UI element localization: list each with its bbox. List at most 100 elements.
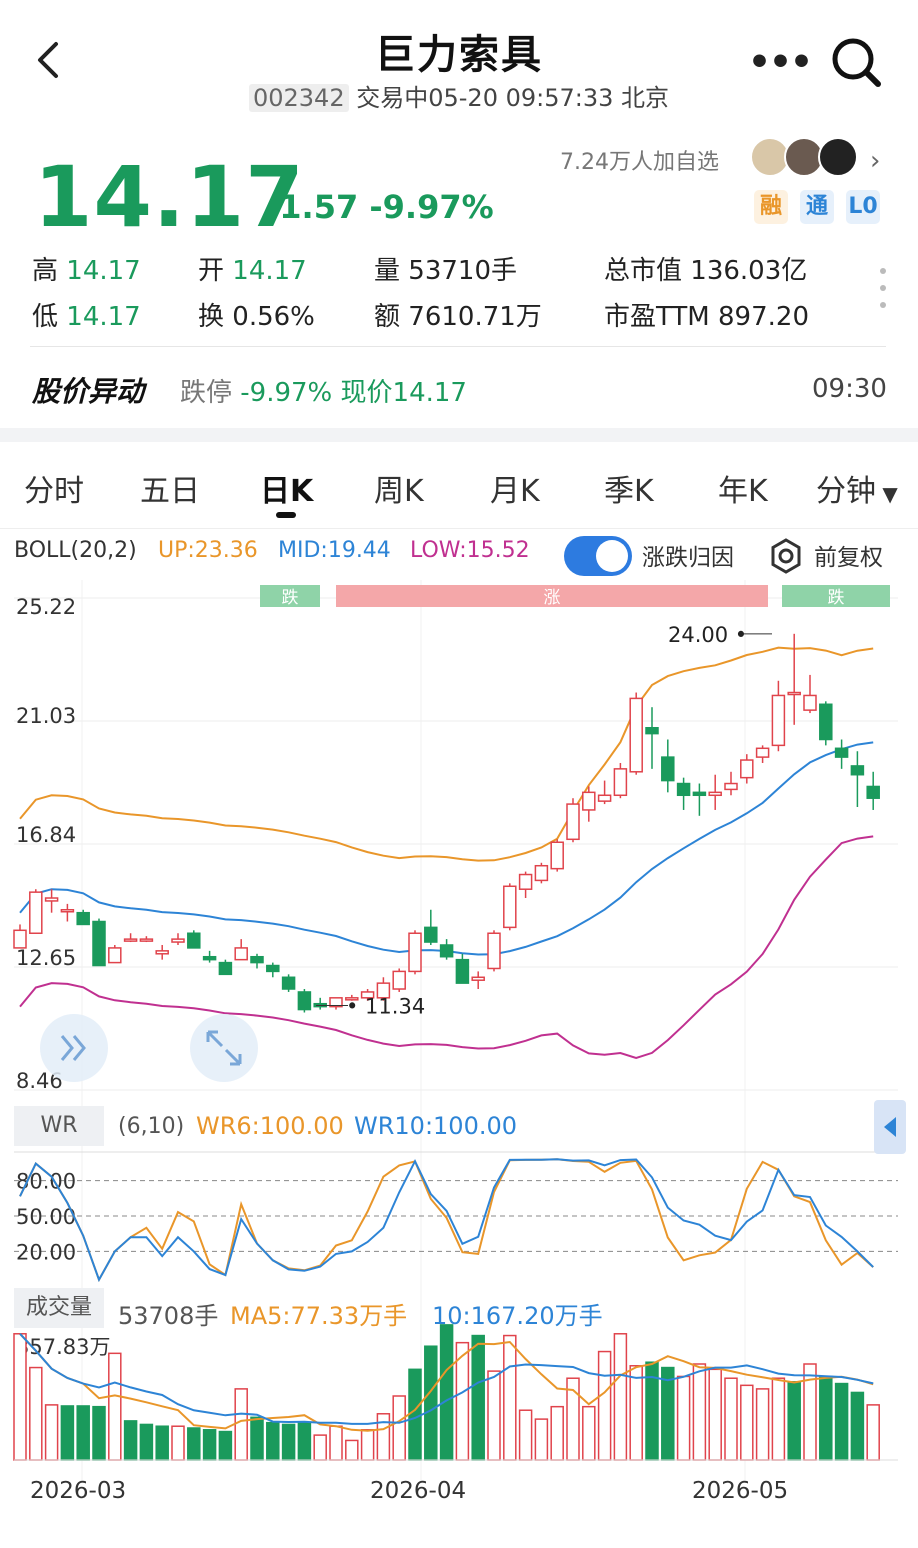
- follower-count[interactable]: 7.24万人加自选: [560, 144, 719, 176]
- candle-body: [123, 938, 138, 942]
- candle-body: [108, 947, 122, 964]
- stock-code: 002342: [248, 84, 349, 112]
- volume-bar: [850, 1391, 865, 1461]
- alert-text[interactable]: 跌停 -9.97% 现价14.17: [180, 372, 467, 409]
- candle-body: [439, 944, 454, 958]
- candle-body: [645, 727, 659, 735]
- volume-bar: [676, 1375, 691, 1461]
- tab-monthly-k[interactable]: 月K: [490, 466, 540, 510]
- volume-bar: [771, 1377, 786, 1461]
- volume-bar: [392, 1395, 406, 1461]
- tab-five-day[interactable]: 五日: [140, 466, 200, 510]
- volume-bar: [708, 1368, 722, 1461]
- volume-bar: [819, 1375, 833, 1461]
- candle-body: [518, 873, 533, 890]
- candle-body: [139, 938, 154, 942]
- candle-body: [803, 694, 817, 711]
- wr-label[interactable]: WR: [14, 1106, 104, 1146]
- level-badge: L0: [846, 190, 880, 224]
- expand-forward-button: [40, 1014, 108, 1082]
- amount-stat: 额 7610.71万: [374, 302, 542, 332]
- divider: [30, 346, 886, 347]
- trading-status: 交易中05-20 09:57:33 北京: [356, 84, 670, 112]
- collapse-left-icon[interactable]: [874, 1100, 906, 1154]
- more-stats-icon[interactable]: [878, 266, 888, 310]
- search-icon[interactable]: [828, 34, 884, 90]
- candle-body: [250, 955, 264, 964]
- volume-bar: [13, 1333, 27, 1461]
- candle-body: [281, 976, 296, 990]
- tab-quarterly-k[interactable]: 季K: [604, 466, 654, 510]
- volume-bar: [108, 1352, 122, 1461]
- attribution-toggle[interactable]: [564, 536, 632, 576]
- candle-body: [866, 785, 880, 799]
- volume-bar: [755, 1388, 770, 1461]
- low-stat: 低 14.17: [32, 302, 141, 332]
- volume-bar: [329, 1425, 343, 1461]
- high-marker-label: 24.00 •: [668, 623, 747, 647]
- volume-bar: [29, 1366, 43, 1461]
- candlestick-chart[interactable]: 跌涨跌25.2221.0316.8412.658.4624.00 •• 11.3…: [0, 580, 918, 1510]
- volume-bar: [76, 1405, 90, 1461]
- alert-time: 09:30: [812, 374, 887, 404]
- volume-bar: [629, 1365, 643, 1461]
- volume-bar: [345, 1439, 359, 1461]
- volume-bar: [597, 1350, 612, 1461]
- candle-body: [550, 841, 564, 870]
- volume-bar: [202, 1429, 217, 1461]
- wr-level-label: 50.00: [16, 1205, 76, 1229]
- more-icon[interactable]: •••: [748, 42, 813, 83]
- tab-daily-k[interactable]: 日K: [260, 466, 313, 510]
- volume-bar: [582, 1405, 596, 1461]
- date-axis-label: 2026-05: [692, 1478, 788, 1504]
- candle-body: [755, 747, 770, 758]
- adjust-label[interactable]: 前复权: [814, 538, 883, 572]
- volume-bar: [139, 1423, 154, 1461]
- volume-title[interactable]: 成交量: [14, 1288, 104, 1328]
- candle-body: [597, 794, 612, 802]
- alert-title: 股价异动: [32, 375, 145, 408]
- tab-yearly-k[interactable]: 年K: [718, 466, 768, 510]
- volume-bar: [534, 1418, 549, 1461]
- volume-bar: [834, 1382, 849, 1461]
- candle-body: [297, 991, 312, 1011]
- tab-minute[interactable]: 分钟 ▼: [816, 466, 898, 510]
- tab-intraday[interactable]: 分时: [24, 466, 84, 510]
- volume-bar: [297, 1421, 312, 1461]
- volume-stat: 量 53710手: [374, 256, 517, 286]
- margin-badge: 融: [754, 190, 788, 224]
- volume-bar: [376, 1413, 391, 1461]
- boll-name[interactable]: BOLL(20,2): [14, 538, 137, 563]
- attribution-label: 涨跌归因: [642, 545, 734, 571]
- candle-body: [155, 950, 169, 955]
- price-axis-label: 25.22: [16, 595, 76, 619]
- volume-bar: [613, 1333, 628, 1461]
- active-tab-indicator: [276, 512, 296, 518]
- volume-bar: [187, 1427, 201, 1461]
- price-axis-label: 12.65: [16, 946, 76, 970]
- follower-avatars[interactable]: [750, 136, 860, 178]
- volume-bar: [503, 1334, 517, 1461]
- volume-bar: [487, 1370, 501, 1461]
- chevron-right-icon[interactable]: ›: [870, 146, 880, 176]
- volume-bar: [218, 1430, 233, 1461]
- boll-mid: MID:19.44: [278, 538, 391, 563]
- volume-bar: [439, 1324, 454, 1461]
- low-marker-label: • 11.34: [346, 994, 425, 1018]
- price-axis-label: 16.84: [16, 823, 76, 847]
- volume-bar: [313, 1434, 327, 1461]
- candle-body: [582, 791, 596, 811]
- settings-icon[interactable]: [768, 538, 804, 574]
- date-axis-label: 2026-04: [370, 1478, 466, 1504]
- volume-bar: [787, 1381, 801, 1461]
- period-tabs: 分时 五日 日K 周K 月K 季K 年K 分钟 ▼: [0, 442, 918, 529]
- boll-low: LOW:15.52: [410, 538, 530, 563]
- volume-ma5: MA5:77.33万手: [230, 1302, 408, 1330]
- tab-weekly-k[interactable]: 周K: [374, 466, 424, 510]
- candle-body: [76, 911, 90, 926]
- candle-body: [534, 864, 549, 882]
- fullscreen-button: [190, 1014, 258, 1082]
- volume-bar: [550, 1405, 564, 1461]
- candle-body: [218, 961, 233, 976]
- high-stat: 高 14.17: [32, 256, 141, 286]
